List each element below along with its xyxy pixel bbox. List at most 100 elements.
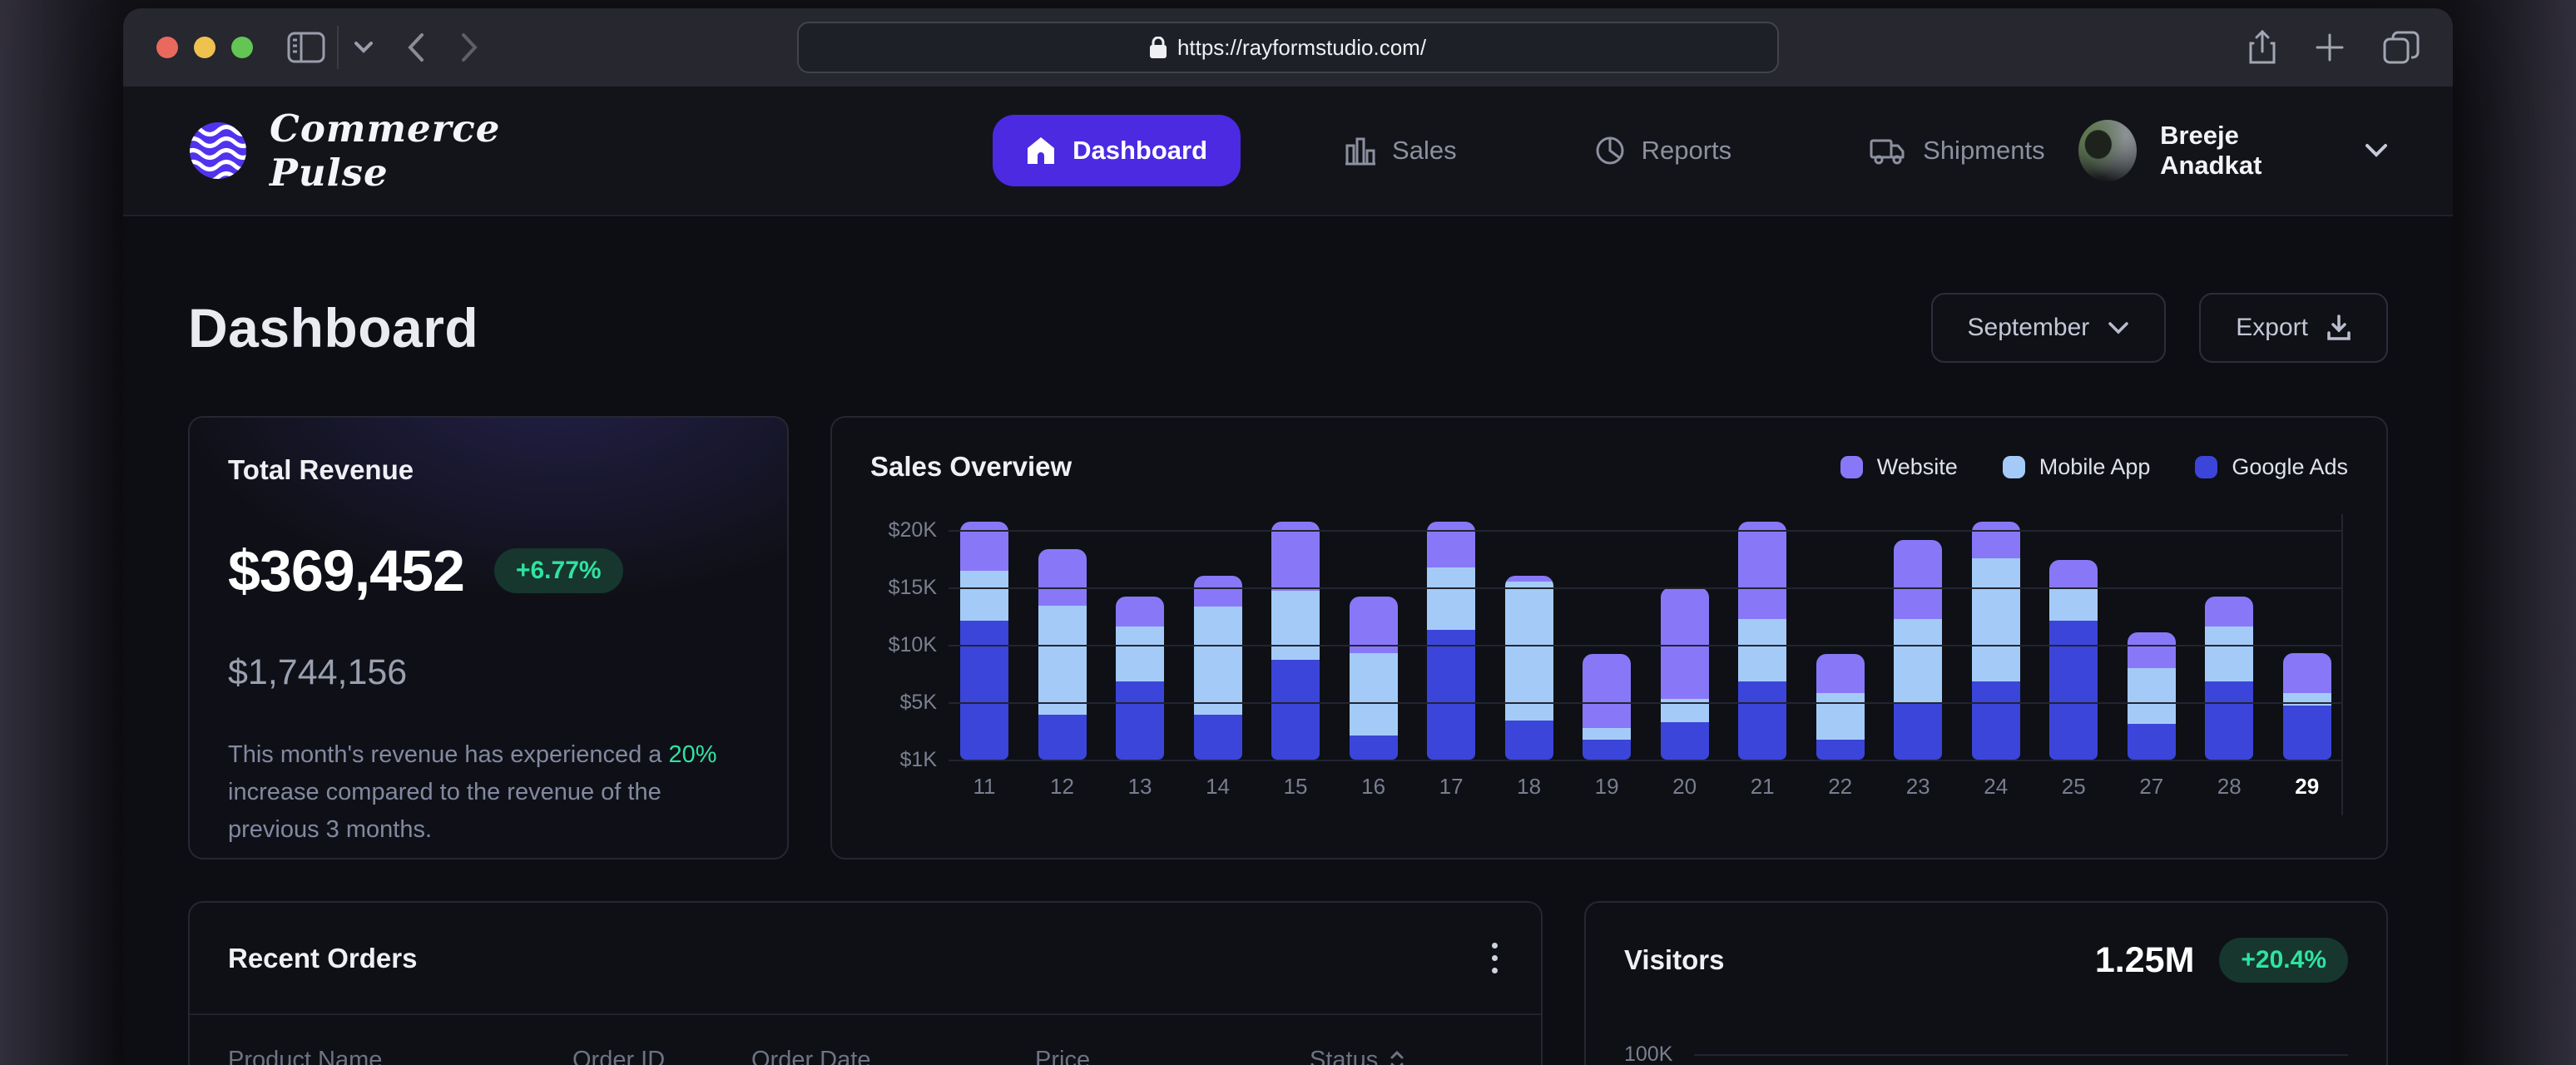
new-tab-icon[interactable] bbox=[2315, 32, 2345, 62]
nav-item-dashboard[interactable]: Dashboard bbox=[993, 115, 1241, 186]
sort-icon[interactable] bbox=[1390, 1050, 1404, 1065]
bar-segment-mobile-app bbox=[960, 571, 1008, 620]
bar-segment-mobile-app bbox=[1194, 607, 1242, 715]
revenue-value: $369,452 bbox=[228, 537, 464, 604]
bar-day-14[interactable] bbox=[1194, 576, 1242, 760]
nav-item-reports[interactable]: Reports bbox=[1562, 115, 1766, 186]
export-button[interactable]: Export bbox=[2199, 293, 2388, 363]
y-axis-tick: $10K bbox=[869, 633, 937, 657]
sales-bar-chart: 111213141516171819202122232425272829 $20… bbox=[949, 511, 2343, 832]
bar-segment-mobile-app bbox=[1583, 728, 1631, 740]
x-axis-label-18: 18 bbox=[1505, 774, 1553, 800]
bar-day-28[interactable] bbox=[2205, 597, 2253, 760]
bar-segment-mobile-app bbox=[2205, 627, 2253, 681]
main-nav: Dashboard Sales Reports Shipments bbox=[993, 115, 2078, 186]
bar-day-27[interactable] bbox=[2128, 632, 2176, 760]
revenue-highlight: 20% bbox=[668, 741, 716, 768]
legend-swatch bbox=[1840, 456, 1863, 478]
bar-segment-google-ads bbox=[2283, 706, 2331, 760]
nav-item-label: Sales bbox=[1392, 136, 1457, 166]
column-header-status[interactable]: Status bbox=[1310, 1047, 1503, 1065]
legend-item-website: Website bbox=[1840, 454, 1958, 480]
bar-day-25[interactable] bbox=[2049, 560, 2098, 760]
sales-overview-card: Sales Overview WebsiteMobile AppGoogle A… bbox=[830, 416, 2388, 859]
column-header-product-name[interactable]: Product Name bbox=[228, 1047, 572, 1065]
bar-day-22[interactable] bbox=[1816, 654, 1865, 760]
bar-segment-google-ads bbox=[1816, 740, 1865, 760]
bar-segment-website bbox=[1038, 549, 1087, 606]
x-axis-label-22: 22 bbox=[1816, 774, 1865, 800]
bar-day-29[interactable] bbox=[2283, 653, 2331, 760]
truck-icon bbox=[1870, 136, 1906, 166]
bar-segment-google-ads bbox=[1194, 715, 1242, 759]
user-menu[interactable]: Breeje Anadkat bbox=[2078, 120, 2388, 181]
visitors-value: 1.25M bbox=[2095, 940, 2195, 981]
url-text: https://rayformstudio.com/ bbox=[1177, 35, 1426, 61]
bar-segment-mobile-app bbox=[1816, 693, 1865, 740]
bar-day-21[interactable] bbox=[1738, 522, 1786, 760]
legend-label: Google Ads bbox=[2232, 454, 2348, 480]
bar-segment-mobile-app bbox=[1116, 627, 1164, 681]
revenue-card-title: Total Revenue bbox=[228, 454, 749, 486]
forward-icon[interactable] bbox=[460, 32, 478, 62]
nav-item-sales[interactable]: Sales bbox=[1312, 115, 1490, 186]
bar-segment-website bbox=[1271, 522, 1320, 591]
legend-item-mobile-app: Mobile App bbox=[2003, 454, 2151, 480]
column-header-price[interactable]: Price bbox=[1035, 1047, 1310, 1065]
sidebar-toggle-icon[interactable] bbox=[287, 32, 325, 63]
nav-item-label: Reports bbox=[1642, 136, 1732, 166]
month-selector-button[interactable]: September bbox=[1931, 293, 2167, 363]
x-axis-label-17: 17 bbox=[1427, 774, 1475, 800]
back-icon[interactable] bbox=[407, 32, 425, 62]
x-axis-label-27: 27 bbox=[2128, 774, 2176, 800]
column-header-order-date[interactable]: Order Date bbox=[751, 1047, 1035, 1065]
nav-item-shipments[interactable]: Shipments bbox=[1836, 115, 2078, 186]
bar-day-17[interactable] bbox=[1427, 522, 1475, 760]
chevron-down-icon bbox=[2108, 321, 2129, 335]
legend-swatch bbox=[2003, 456, 2025, 478]
x-axis-label-15: 15 bbox=[1271, 774, 1320, 800]
revenue-description: This month's revenue has experienced a 2… bbox=[228, 736, 719, 849]
close-window-button[interactable] bbox=[156, 37, 178, 58]
zoom-window-button[interactable] bbox=[231, 37, 253, 58]
visitors-gridline bbox=[1694, 1054, 2348, 1056]
bar-day-16[interactable] bbox=[1350, 597, 1398, 760]
legend-label: Website bbox=[1877, 454, 1958, 480]
tab-overview-icon[interactable] bbox=[2383, 31, 2420, 64]
x-axis-label-13: 13 bbox=[1116, 774, 1164, 800]
bar-segment-website bbox=[2283, 653, 2331, 693]
bar-segment-website bbox=[1816, 654, 1865, 693]
bar-segment-website bbox=[1583, 654, 1631, 728]
bar-day-11[interactable] bbox=[960, 522, 1008, 760]
bar-segment-google-ads bbox=[1661, 722, 1709, 760]
bar-day-24[interactable] bbox=[1972, 522, 2020, 760]
bar-day-18[interactable] bbox=[1505, 576, 1553, 760]
address-bar[interactable]: https://rayformstudio.com/ bbox=[797, 22, 1779, 73]
gridline bbox=[949, 760, 2343, 761]
orders-menu-icon[interactable] bbox=[1487, 938, 1503, 978]
minimize-window-button[interactable] bbox=[194, 37, 215, 58]
chevron-down-icon[interactable] bbox=[354, 41, 374, 54]
bar-segment-mobile-app bbox=[1271, 591, 1320, 660]
bar-segment-website bbox=[1894, 540, 1942, 619]
bar-day-15[interactable] bbox=[1271, 522, 1320, 760]
visitors-axis-label: 100K bbox=[1624, 1043, 1672, 1065]
bar-day-23[interactable] bbox=[1894, 540, 1942, 760]
bar-day-12[interactable] bbox=[1038, 549, 1087, 760]
bar-day-19[interactable] bbox=[1583, 654, 1631, 760]
x-axis-label-28: 28 bbox=[2205, 774, 2253, 800]
chart-right-axis bbox=[2341, 514, 2343, 815]
bar-segment-website bbox=[1738, 522, 1786, 619]
x-axis-label-14: 14 bbox=[1194, 774, 1242, 800]
bar-day-13[interactable] bbox=[1116, 597, 1164, 760]
brand-logo[interactable]: Commerce Pulse bbox=[188, 106, 617, 195]
column-header-order-id[interactable]: Order ID bbox=[572, 1047, 751, 1065]
x-axis-label-16: 16 bbox=[1350, 774, 1398, 800]
bar-segment-google-ads bbox=[2128, 724, 2176, 760]
bar-day-20[interactable] bbox=[1661, 587, 1709, 760]
browser-chrome: https://rayformstudio.com/ bbox=[123, 8, 2453, 87]
total-revenue-card: Total Revenue $369,452 +6.77% $1,744,156… bbox=[188, 416, 789, 859]
bar-segment-website bbox=[2205, 597, 2253, 627]
share-icon[interactable] bbox=[2248, 30, 2276, 65]
y-axis-tick: $20K bbox=[869, 518, 937, 542]
